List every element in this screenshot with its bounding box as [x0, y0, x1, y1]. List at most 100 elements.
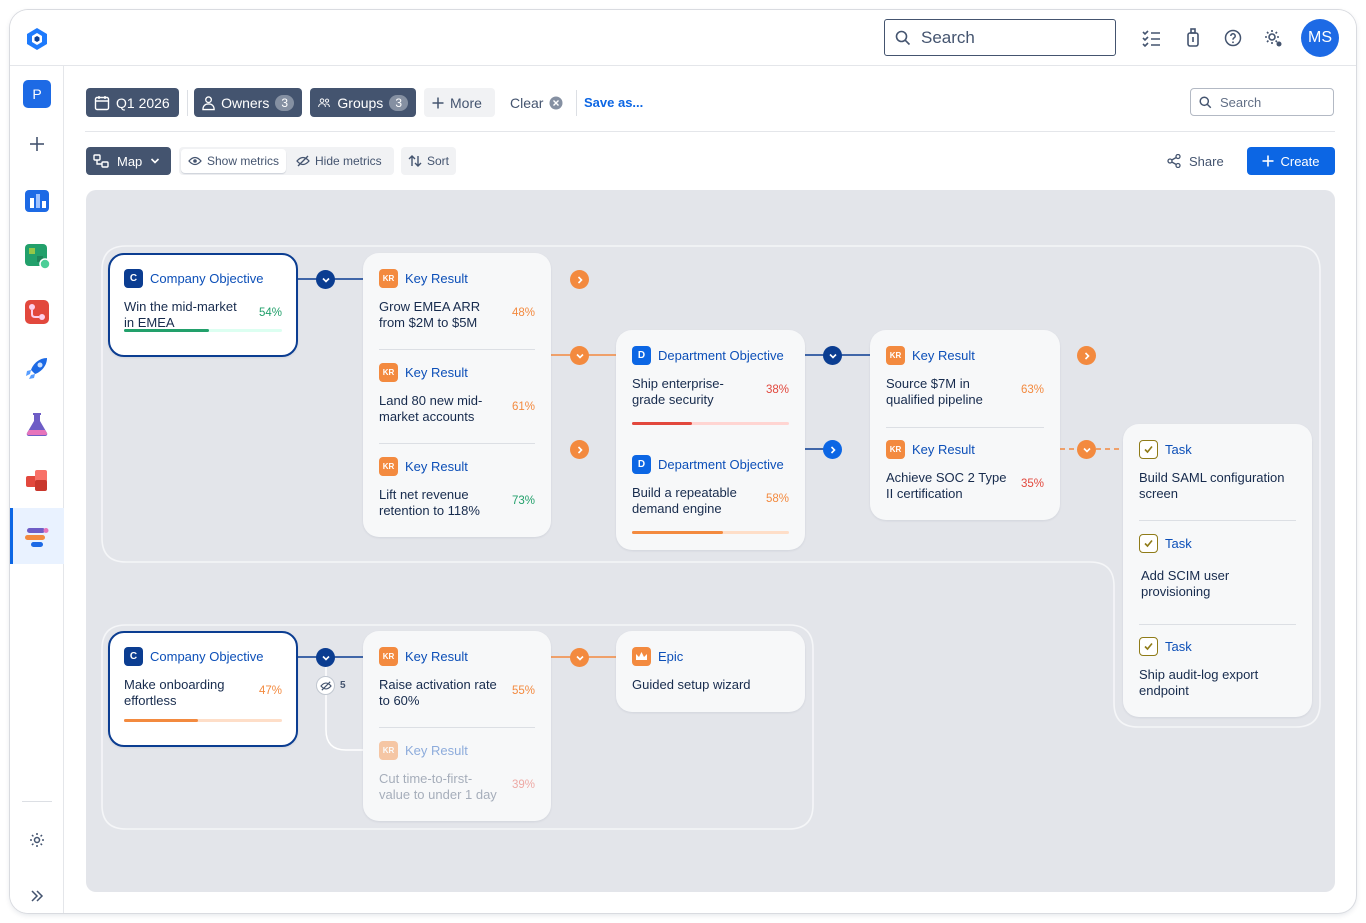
create-button[interactable]: Create — [1247, 147, 1335, 175]
goals-app-icon[interactable] — [10, 508, 64, 564]
chevron-down-icon — [828, 353, 837, 359]
row-divider — [379, 443, 535, 444]
department-progress-bar — [632, 531, 789, 534]
left-app-rail: P — [10, 66, 64, 913]
epic-crown-icon — [632, 647, 651, 666]
share-button[interactable]: Share — [1160, 147, 1231, 175]
goal-map-canvas[interactable]: C Company Objective Win the mid-market in… — [86, 190, 1335, 892]
plus-icon[interactable] — [10, 116, 64, 172]
notification-icon[interactable] — [1181, 26, 1205, 50]
chevron-right-icon — [577, 445, 583, 454]
space-switcher[interactable]: P — [10, 66, 64, 122]
hide-metrics-button[interactable]: Hide metrics — [289, 149, 389, 173]
objective-progress-bar — [124, 329, 282, 332]
expand-children-button[interactable] — [570, 270, 589, 289]
groups-filter-button[interactable]: Groups 3 — [310, 88, 416, 117]
owners-count-badge: 3 — [275, 94, 294, 111]
collapse-children-button[interactable] — [316, 270, 335, 289]
clear-icon — [549, 96, 563, 109]
key-result-row-hidden[interactable]: KR Key Result Cut time-to-first- value to… — [379, 741, 535, 802]
help-icon[interactable] — [1221, 26, 1245, 50]
sort-icon — [408, 155, 422, 167]
task-row[interactable]: Task Build SAML configuration screen — [1139, 440, 1296, 501]
progress-fill — [632, 422, 692, 425]
show-metrics-button[interactable]: Show metrics — [181, 149, 287, 173]
department-objective-type: Department Objective — [658, 348, 784, 363]
task-row[interactable]: Task Add SCIM user provisioning — [1139, 534, 1296, 599]
department-objectives-card: D Department Objective Ship enterprise- g… — [616, 330, 805, 550]
collapse-children-button[interactable] — [823, 346, 842, 365]
department-objective-row[interactable]: D Department Objective Build a repeatable… — [632, 455, 789, 534]
company-objective-card[interactable]: C Company Objective Win the mid-market in… — [108, 253, 298, 357]
collapse-children-button[interactable] — [1077, 440, 1096, 459]
objective-progress-percent: 54% — [258, 307, 282, 319]
clear-filters-button[interactable]: Clear — [502, 88, 571, 117]
key-result-row[interactable]: KR Key Result Lift net revenue retention … — [379, 457, 535, 518]
task-row[interactable]: Task Ship audit-log export endpoint — [1139, 637, 1296, 698]
sort-button[interactable]: Sort — [401, 147, 457, 175]
row-divider — [886, 427, 1044, 428]
more-filters-button[interactable]: More — [424, 88, 495, 117]
cubes-app-icon[interactable] — [10, 452, 64, 508]
map-search-input[interactable]: Search — [1190, 88, 1334, 116]
tasks-card: Task Build SAML configuration screen Tas… — [1123, 424, 1312, 717]
company-badge: C — [124, 269, 143, 288]
checklist-icon[interactable] — [1139, 26, 1163, 50]
hidden-items-toggle[interactable] — [316, 676, 335, 695]
calendar-icon — [94, 95, 110, 110]
epic-card[interactable]: Epic Guided setup wizard — [616, 631, 805, 712]
expand-icon[interactable] — [10, 868, 64, 913]
key-result-title: Source $7M in qualified pipeline — [886, 376, 983, 407]
top-navigation-bar: Search MS — [10, 10, 1356, 66]
plus-icon — [432, 97, 444, 108]
filter-separator — [187, 90, 188, 116]
quarter-filter-button[interactable]: Q1 2026 — [86, 88, 179, 117]
owners-filter-button[interactable]: Owners 3 — [194, 88, 302, 117]
kr-badge: KR — [379, 741, 398, 760]
plus-icon — [1262, 155, 1274, 167]
save-as-link[interactable]: Save as... — [576, 88, 651, 117]
source-control-app-icon[interactable] — [10, 284, 64, 340]
settings-icon[interactable] — [10, 812, 64, 868]
expand-children-button[interactable] — [823, 440, 842, 459]
key-result-row[interactable]: KR Key Result Source $7M in qualified pip… — [886, 346, 1044, 407]
company-objective-card[interactable]: C Company Objective Make onboarding effor… — [108, 631, 298, 747]
objective-progress-percent: 47% — [258, 685, 282, 697]
key-result-row[interactable]: KR Key Result Land 80 new mid- market acc… — [379, 363, 535, 424]
key-result-row[interactable]: KR Key Result Raise activation rate to 60… — [379, 647, 535, 708]
key-result-percent: 61% — [511, 401, 535, 413]
groups-filter-label: Groups — [337, 94, 384, 111]
user-avatar[interactable]: MS — [1301, 19, 1339, 57]
key-result-type: Key Result — [405, 649, 468, 664]
analytics-app-icon[interactable] — [10, 172, 64, 228]
progress-fill — [632, 531, 724, 534]
expand-children-button[interactable] — [570, 440, 589, 459]
department-objective-row[interactable]: D Department Objective Ship enterprise- g… — [632, 346, 789, 425]
view-switcher-label: Map — [117, 153, 143, 169]
groups-count-badge: 3 — [389, 94, 408, 111]
collapse-children-button[interactable] — [316, 648, 335, 667]
key-result-title: Lift net revenue retention to 118% — [379, 487, 480, 518]
key-result-type: Key Result — [912, 348, 975, 363]
key-result-row[interactable]: KR Key Result Grow EMEA ARR from $2M to $… — [379, 269, 535, 330]
collapse-children-button[interactable] — [570, 648, 589, 667]
share-label: Share — [1189, 153, 1224, 169]
lab-flask-app-icon[interactable] — [10, 396, 64, 452]
task-type: Task — [1165, 442, 1192, 457]
key-result-percent: 48% — [511, 307, 535, 319]
logo-icon[interactable] — [24, 26, 50, 52]
view-switcher-button[interactable]: Map — [86, 147, 171, 175]
key-result-row[interactable]: KR Key Result Achieve SOC 2 Type II certi… — [886, 440, 1044, 501]
settings-icon[interactable] — [1261, 26, 1285, 50]
key-result-type: Key Result — [405, 743, 468, 758]
key-result-percent: 55% — [511, 685, 535, 697]
spreadsheet-app-icon[interactable] — [10, 228, 64, 284]
global-search-input[interactable]: Search — [884, 19, 1116, 56]
sort-label: Sort — [427, 154, 450, 168]
eye-hidden-icon — [296, 155, 310, 167]
collapse-children-button[interactable] — [570, 346, 589, 365]
task-checkbox-icon — [1139, 440, 1158, 459]
rocket-app-icon[interactable] — [10, 340, 64, 396]
more-filters-label: More — [450, 94, 482, 111]
expand-children-button[interactable] — [1077, 346, 1096, 365]
